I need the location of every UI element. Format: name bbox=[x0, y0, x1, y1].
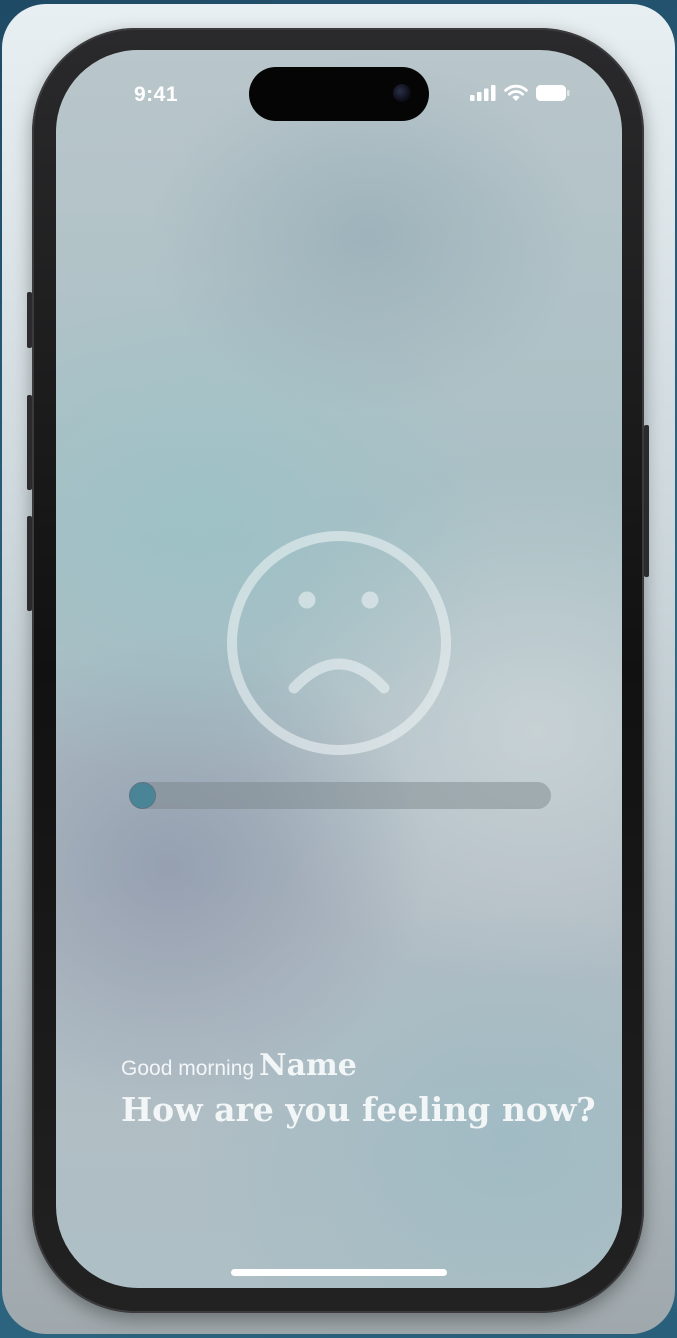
power-button bbox=[644, 425, 649, 577]
action-button bbox=[27, 292, 32, 348]
status-icons bbox=[470, 84, 570, 102]
feeling-question: How are you feeling now? bbox=[121, 1090, 596, 1129]
greeting-salutation: Good morning bbox=[121, 1057, 255, 1080]
mood-slider[interactable] bbox=[129, 782, 551, 809]
status-time: 9:41 bbox=[134, 83, 179, 106]
greeting-line: Good morning Name bbox=[121, 1048, 357, 1083]
volume-up-button bbox=[27, 395, 32, 490]
home-indicator[interactable] bbox=[231, 1269, 447, 1276]
volume-down-button bbox=[27, 516, 32, 611]
wifi-icon bbox=[504, 84, 528, 101]
greeting-name: Name bbox=[259, 1048, 357, 1083]
phone-screen: 9:41 Good morning Name How are you feeli… bbox=[56, 50, 622, 1288]
dynamic-island bbox=[249, 67, 429, 121]
cellular-signal-icon bbox=[470, 85, 496, 101]
sad-face-icon bbox=[227, 531, 451, 755]
mood-slider-thumb[interactable] bbox=[130, 783, 155, 808]
front-camera bbox=[393, 84, 411, 102]
battery-icon bbox=[536, 85, 570, 101]
